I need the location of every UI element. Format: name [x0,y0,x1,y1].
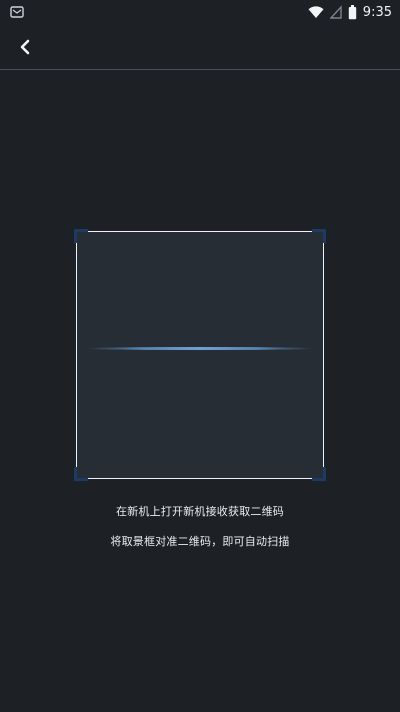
wifi-icon [308,6,324,19]
chevron-left-icon [20,39,30,55]
corner-bottom-left [74,467,88,481]
status-icons: 9:35 [308,3,392,21]
battery-icon [348,4,356,19]
signal-icon [329,5,342,19]
corner-top-left [74,229,88,243]
hint-align-qr: 将取景框对准二维码，即可自动扫描 [110,535,290,548]
qr-scanner-frame[interactable] [74,229,326,481]
hint-open-receiver: 在新机上打开新机接收获取二维码 [116,505,284,518]
back-button[interactable] [12,34,38,60]
corner-bottom-right [312,467,326,481]
app-bar [0,24,400,70]
corner-top-right [312,229,326,243]
status-time: 9:35 [362,4,392,20]
notification-icon [10,6,24,18]
scan-line [85,347,315,350]
status-bar: 9:35 [0,0,400,24]
